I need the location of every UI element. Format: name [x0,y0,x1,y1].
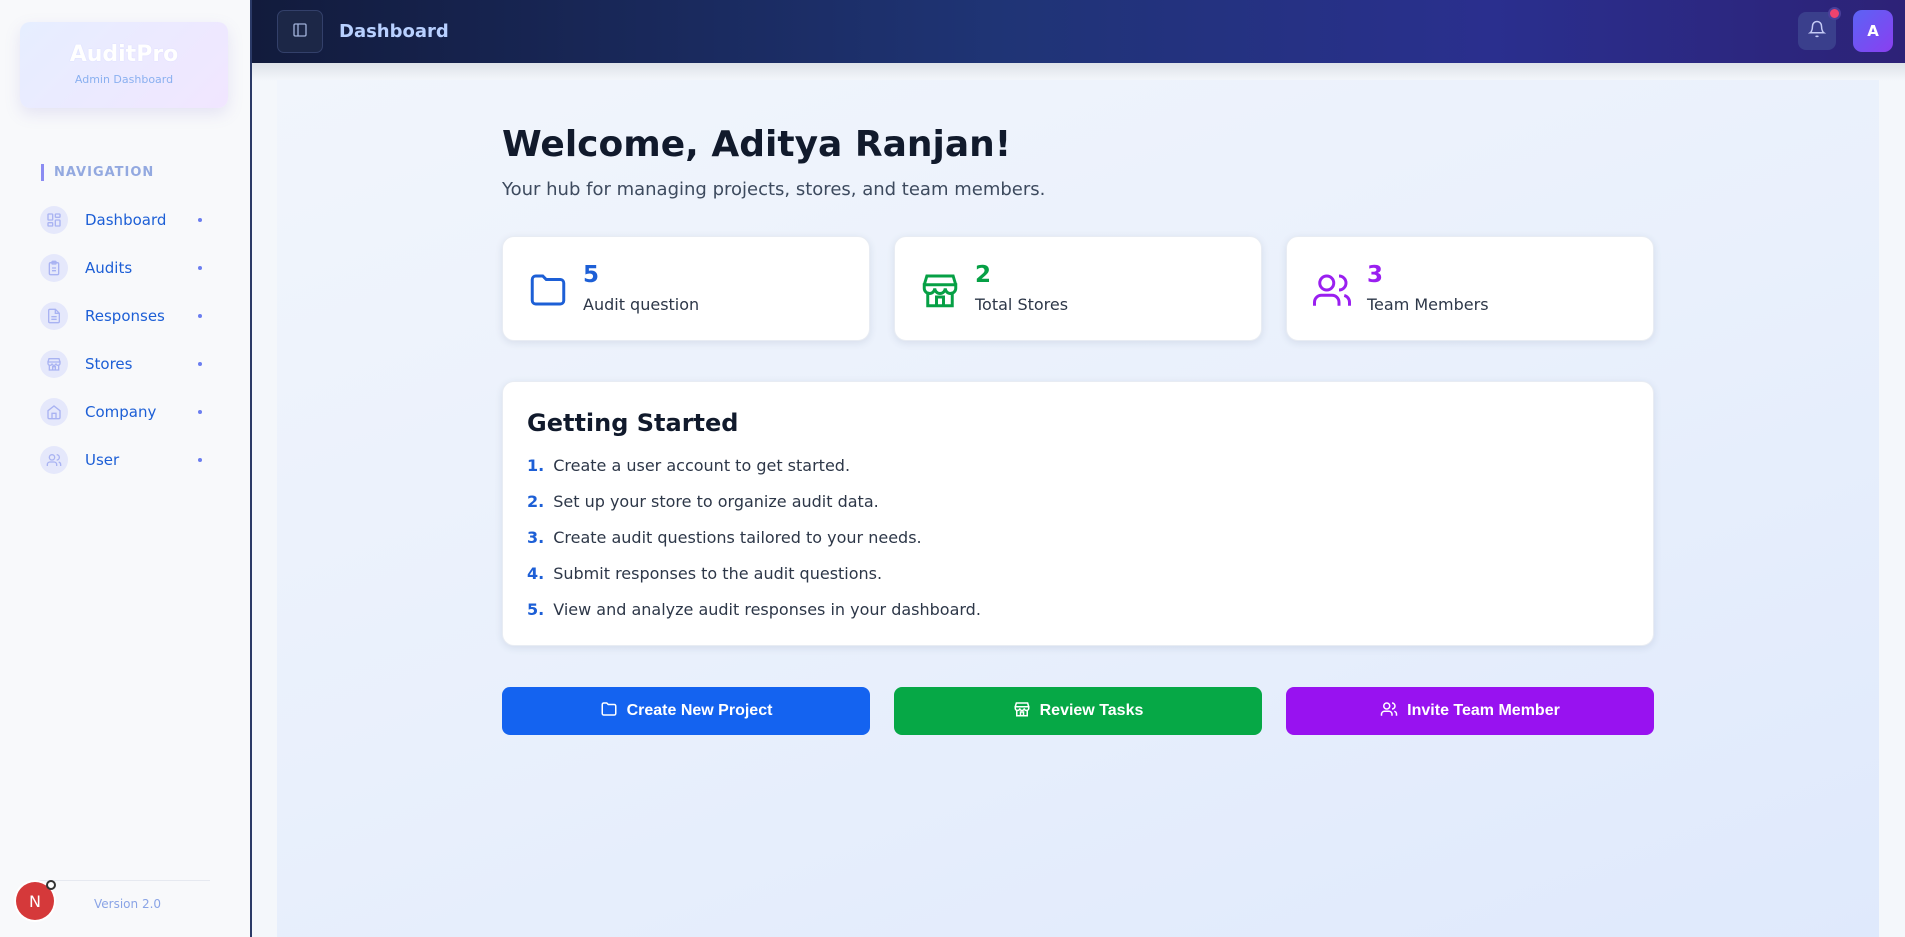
floating-badge-button[interactable]: N [16,880,56,920]
home-icon [40,398,68,426]
step-number: 2. [527,492,545,511]
sidebar-item-label: User [85,451,120,469]
step-text: Submit responses to the audit questions. [553,564,883,583]
bell-icon [1807,20,1827,42]
create-new-project-button[interactable]: Create New Project [502,687,870,735]
sidebar-item-audits[interactable]: Audits [40,252,210,284]
nav-dot [198,314,202,318]
stat-value: 3 [1367,262,1384,288]
notification-dot [1828,7,1841,20]
sidebar-item-label: Audits [85,259,133,277]
stat-label: Team Members [1367,295,1489,314]
nav-dot [198,218,202,222]
sidebar-item-label: Company [85,403,157,421]
avatar[interactable]: A [1853,10,1893,52]
sidebar: AuditPro Admin Dashboard NAVIGATION Dash… [0,0,252,937]
getting-started-card: Getting Started 1. Create a user account … [502,381,1654,646]
button-label: Review Tasks [1039,702,1144,719]
step-text: View and analyze audit responses in your… [553,600,981,619]
button-label: Invite Team Member [1407,702,1560,719]
sidebar-divider [38,880,210,881]
stat-card-team-members: 3 Team Members [1286,236,1654,341]
getting-started-title: Getting Started [527,409,739,437]
badge-letter: N [29,891,41,911]
step-number: 3. [527,528,545,547]
users-icon [40,446,68,474]
sidebar-item-user[interactable]: User [40,444,210,476]
nav-dot [198,266,202,270]
sidebar-item-label: Dashboard [85,211,167,229]
step-number: 1. [527,456,545,475]
store-icon [1013,700,1040,723]
step-text: Create audit questions tailored to your … [553,528,922,547]
sidebar-toggle-button[interactable] [277,10,323,53]
step-number: 4. [527,564,545,583]
list-item: 4. Submit responses to the audit question… [527,564,882,583]
nav-dot [198,410,202,414]
list-item: 2. Set up your store to organize audit da… [527,492,879,511]
folder-icon [600,700,627,723]
brand-logo[interactable]: AuditPro Admin Dashboard [20,22,228,108]
step-number: 5. [527,600,545,619]
welcome-subtitle: Your hub for managing projects, stores, … [502,179,1046,200]
welcome-heading: Welcome, Aditya Ranjan! [502,124,1012,165]
document-icon [40,302,68,330]
list-item: 5. View and analyze audit responses in yo… [527,600,981,619]
sidebar-item-dashboard[interactable]: Dashboard [40,204,210,236]
review-tasks-button[interactable]: Review Tasks [894,687,1262,735]
nav-dot [198,458,202,462]
stat-label: Audit question [583,295,700,314]
users-icon [1380,700,1407,723]
list-item: 1. Create a user account to get started. [527,456,850,475]
version-label: Version 2.0 [94,897,162,911]
stat-card-audit-questions: 5 Audit question [502,236,870,341]
list-item: 3. Create audit questions tailored to you… [527,528,922,547]
folder-icon [527,269,569,311]
sidebar-item-label: Responses [85,307,165,325]
sidebar-item-responses[interactable]: Responses [40,300,210,332]
sidebar-item-label: Stores [85,355,133,373]
stat-value: 5 [583,262,600,288]
dashboard-icon [40,206,68,234]
brand-subtitle: Admin Dashboard [74,73,174,86]
button-label: Create New Project [626,702,773,719]
header-shadow [252,63,1905,81]
nav-heading: NAVIGATION [41,164,154,181]
nav-dot [198,362,202,366]
stat-card-total-stores: 2 Total Stores [894,236,1262,341]
invite-team-member-button[interactable]: Invite Team Member [1286,687,1654,735]
sidebar-toggle-icon [292,22,308,42]
step-text: Create a user account to get started. [553,456,851,475]
store-icon [40,350,68,378]
badge-dot [46,880,56,890]
users-icon [1311,269,1353,311]
top-header: Dashboard A [252,0,1905,63]
stat-value: 2 [975,262,992,288]
clipboard-icon [40,254,68,282]
sidebar-item-company[interactable]: Company [40,396,210,428]
notifications-button[interactable] [1798,7,1841,50]
page-title: Dashboard [339,21,449,42]
stat-label: Total Stores [975,295,1069,314]
brand-name: AuditPro [69,42,179,67]
sidebar-item-stores[interactable]: Stores [40,348,210,380]
step-text: Set up your store to organize audit data… [553,492,879,511]
store-icon [919,269,961,311]
